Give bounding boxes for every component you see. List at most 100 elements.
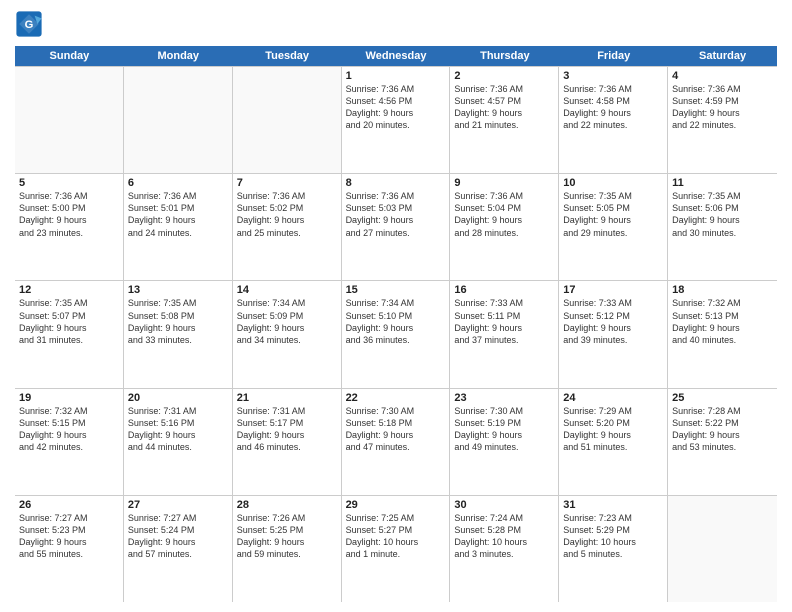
cell-line: and 47 minutes. bbox=[346, 441, 446, 453]
cell-line: Sunrise: 7:33 AM bbox=[563, 297, 663, 309]
cell-line: and 20 minutes. bbox=[346, 119, 446, 131]
cell-line: and 33 minutes. bbox=[128, 334, 228, 346]
cell-line: Daylight: 10 hours bbox=[454, 536, 554, 548]
cell-line: Sunrise: 7:27 AM bbox=[19, 512, 119, 524]
cell-line: Daylight: 9 hours bbox=[563, 214, 663, 226]
cell-line: Daylight: 10 hours bbox=[563, 536, 663, 548]
cell-line: and 59 minutes. bbox=[237, 548, 337, 560]
cell-line: Sunset: 5:28 PM bbox=[454, 524, 554, 536]
cell-line: and 22 minutes. bbox=[563, 119, 663, 131]
cell-line: Sunrise: 7:32 AM bbox=[672, 297, 773, 309]
cell-line: Sunrise: 7:35 AM bbox=[672, 190, 773, 202]
cell-line: and 53 minutes. bbox=[672, 441, 773, 453]
calendar-cell: 4Sunrise: 7:36 AMSunset: 4:59 PMDaylight… bbox=[668, 67, 777, 173]
cell-line: Sunset: 5:10 PM bbox=[346, 310, 446, 322]
calendar-cell: 8Sunrise: 7:36 AMSunset: 5:03 PMDaylight… bbox=[342, 174, 451, 280]
cell-line: Daylight: 9 hours bbox=[237, 536, 337, 548]
cell-line: and 57 minutes. bbox=[128, 548, 228, 560]
cell-line: Sunset: 5:25 PM bbox=[237, 524, 337, 536]
cell-line: Daylight: 9 hours bbox=[237, 429, 337, 441]
cell-line: Sunrise: 7:24 AM bbox=[454, 512, 554, 524]
cell-line: and 1 minute. bbox=[346, 548, 446, 560]
cell-line: Sunset: 5:05 PM bbox=[563, 202, 663, 214]
cell-line: Daylight: 9 hours bbox=[237, 322, 337, 334]
cell-line: and 34 minutes. bbox=[237, 334, 337, 346]
calendar-cell: 26Sunrise: 7:27 AMSunset: 5:23 PMDayligh… bbox=[15, 496, 124, 602]
cell-line: Sunset: 4:59 PM bbox=[672, 95, 773, 107]
cell-line: Sunset: 5:09 PM bbox=[237, 310, 337, 322]
cell-line: Sunset: 5:07 PM bbox=[19, 310, 119, 322]
day-number: 29 bbox=[346, 499, 446, 511]
cell-line: Sunset: 5:29 PM bbox=[563, 524, 663, 536]
cell-line: Sunrise: 7:34 AM bbox=[346, 297, 446, 309]
cell-line: Sunset: 5:00 PM bbox=[19, 202, 119, 214]
cell-line: Daylight: 9 hours bbox=[19, 536, 119, 548]
calendar-cell: 22Sunrise: 7:30 AMSunset: 5:18 PMDayligh… bbox=[342, 389, 451, 495]
calendar-cell: 30Sunrise: 7:24 AMSunset: 5:28 PMDayligh… bbox=[450, 496, 559, 602]
cell-line: and 31 minutes. bbox=[19, 334, 119, 346]
cell-line: Sunset: 4:57 PM bbox=[454, 95, 554, 107]
day-number: 13 bbox=[128, 284, 228, 296]
weekday-header: Thursday bbox=[450, 46, 559, 66]
calendar-row: 1Sunrise: 7:36 AMSunset: 4:56 PMDaylight… bbox=[15, 66, 777, 173]
calendar-cell: 3Sunrise: 7:36 AMSunset: 4:58 PMDaylight… bbox=[559, 67, 668, 173]
cell-line: Sunset: 4:56 PM bbox=[346, 95, 446, 107]
cell-line: Sunrise: 7:32 AM bbox=[19, 405, 119, 417]
calendar-cell: 10Sunrise: 7:35 AMSunset: 5:05 PMDayligh… bbox=[559, 174, 668, 280]
day-number: 11 bbox=[672, 177, 773, 189]
day-number: 19 bbox=[19, 392, 119, 404]
day-number: 3 bbox=[563, 70, 663, 82]
weekday-header: Friday bbox=[559, 46, 668, 66]
day-number: 17 bbox=[563, 284, 663, 296]
cell-line: Sunset: 5:08 PM bbox=[128, 310, 228, 322]
cell-line: Sunrise: 7:34 AM bbox=[237, 297, 337, 309]
calendar-cell: 17Sunrise: 7:33 AMSunset: 5:12 PMDayligh… bbox=[559, 281, 668, 387]
cell-line: and 46 minutes. bbox=[237, 441, 337, 453]
calendar-cell: 6Sunrise: 7:36 AMSunset: 5:01 PMDaylight… bbox=[124, 174, 233, 280]
cell-line: and 28 minutes. bbox=[454, 227, 554, 239]
day-number: 15 bbox=[346, 284, 446, 296]
cell-line: Sunset: 5:03 PM bbox=[346, 202, 446, 214]
day-number: 9 bbox=[454, 177, 554, 189]
cell-line: Daylight: 9 hours bbox=[454, 107, 554, 119]
calendar-cell: 19Sunrise: 7:32 AMSunset: 5:15 PMDayligh… bbox=[15, 389, 124, 495]
cell-line: Daylight: 9 hours bbox=[128, 536, 228, 548]
cell-line: Daylight: 9 hours bbox=[19, 214, 119, 226]
cell-line: Sunset: 5:15 PM bbox=[19, 417, 119, 429]
calendar-cell: 31Sunrise: 7:23 AMSunset: 5:29 PMDayligh… bbox=[559, 496, 668, 602]
day-number: 7 bbox=[237, 177, 337, 189]
cell-line: and 23 minutes. bbox=[19, 227, 119, 239]
weekday-header: Monday bbox=[124, 46, 233, 66]
header: G bbox=[15, 10, 777, 38]
weekday-header: Saturday bbox=[668, 46, 777, 66]
calendar-row: 26Sunrise: 7:27 AMSunset: 5:23 PMDayligh… bbox=[15, 495, 777, 602]
cell-line: and 27 minutes. bbox=[346, 227, 446, 239]
cell-line: Sunset: 5:20 PM bbox=[563, 417, 663, 429]
cell-line: Sunrise: 7:30 AM bbox=[346, 405, 446, 417]
calendar-grid: 1Sunrise: 7:36 AMSunset: 4:56 PMDaylight… bbox=[15, 66, 777, 602]
cell-line: and 44 minutes. bbox=[128, 441, 228, 453]
calendar-header: SundayMondayTuesdayWednesdayThursdayFrid… bbox=[15, 46, 777, 66]
calendar-cell: 23Sunrise: 7:30 AMSunset: 5:19 PMDayligh… bbox=[450, 389, 559, 495]
calendar-cell: 11Sunrise: 7:35 AMSunset: 5:06 PMDayligh… bbox=[668, 174, 777, 280]
cell-line: Daylight: 9 hours bbox=[346, 322, 446, 334]
day-number: 5 bbox=[19, 177, 119, 189]
cell-line: Sunrise: 7:27 AM bbox=[128, 512, 228, 524]
cell-line: and 49 minutes. bbox=[454, 441, 554, 453]
day-number: 30 bbox=[454, 499, 554, 511]
cell-line: and 55 minutes. bbox=[19, 548, 119, 560]
cell-line: and 36 minutes. bbox=[346, 334, 446, 346]
cell-line: Sunrise: 7:31 AM bbox=[128, 405, 228, 417]
cell-line: Sunset: 4:58 PM bbox=[563, 95, 663, 107]
cell-line: Sunset: 5:06 PM bbox=[672, 202, 773, 214]
cell-line: and 3 minutes. bbox=[454, 548, 554, 560]
cell-line: Sunset: 5:18 PM bbox=[346, 417, 446, 429]
calendar-cell: 18Sunrise: 7:32 AMSunset: 5:13 PMDayligh… bbox=[668, 281, 777, 387]
calendar-cell: 21Sunrise: 7:31 AMSunset: 5:17 PMDayligh… bbox=[233, 389, 342, 495]
cell-line: Sunrise: 7:28 AM bbox=[672, 405, 773, 417]
cell-line: Daylight: 10 hours bbox=[346, 536, 446, 548]
calendar-cell: 24Sunrise: 7:29 AMSunset: 5:20 PMDayligh… bbox=[559, 389, 668, 495]
cell-line: Sunset: 5:02 PM bbox=[237, 202, 337, 214]
cell-line: Sunrise: 7:31 AM bbox=[237, 405, 337, 417]
logo: G bbox=[15, 10, 47, 38]
